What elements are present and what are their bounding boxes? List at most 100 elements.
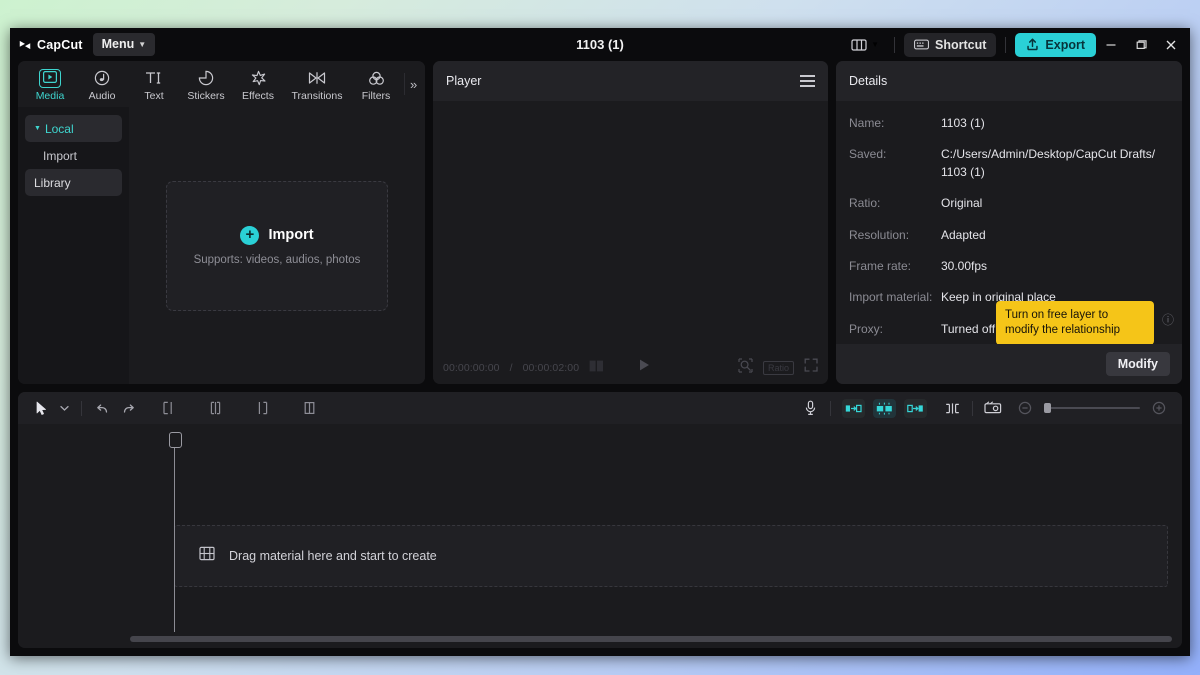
sidebar-item-local[interactable]: ▼ Local (25, 115, 122, 142)
tab-stickers[interactable]: Stickers (180, 66, 232, 102)
media-play-icon (39, 68, 61, 88)
timeline-tracks-area[interactable]: Drag material here and start to create (18, 432, 1182, 648)
play-icon (640, 359, 650, 371)
sidebar-item-import-label: Import (43, 148, 78, 163)
import-label: Import (268, 227, 314, 243)
split-clip-icon[interactable] (939, 396, 965, 420)
minimize-button[interactable] (1096, 31, 1126, 59)
redo-glyph (123, 403, 134, 413)
tab-transitions[interactable]: Transitions (284, 66, 350, 102)
export-upload-icon (1027, 38, 1039, 51)
zoom-slider-knob[interactable] (1044, 403, 1051, 413)
split-right-icon[interactable] (249, 396, 275, 420)
split-left-icon[interactable] (155, 396, 181, 420)
tab-media[interactable]: Media (24, 66, 76, 102)
clip-out-glyph (907, 404, 923, 412)
tab-text-label: Text (144, 90, 164, 102)
export-button[interactable]: Export (1015, 32, 1096, 57)
tab-filters-label: Filters (361, 90, 391, 102)
clip-in-icon[interactable] (842, 398, 865, 418)
media-panel: Media Audio Text Stickers Effects Transi… (18, 61, 425, 384)
sticker-glyph (198, 70, 214, 86)
keyframe-icon[interactable] (873, 398, 896, 418)
player-preview-stage[interactable] (433, 101, 828, 351)
media-body: ▼ Local Import Library + Import Supports… (18, 107, 425, 384)
undo-icon[interactable] (89, 396, 115, 420)
hamburger-icon[interactable] (800, 75, 815, 87)
title-bar: CapCut Menu ▼ 1103 (1) ▼ Shortcut Export (10, 28, 1190, 61)
time-separator: / (509, 361, 513, 374)
crop-icon[interactable] (980, 396, 1006, 420)
tab-filters[interactable]: Filters (350, 66, 402, 102)
undo-glyph (96, 403, 107, 413)
detail-row-name: Name: 1103 (1) (849, 115, 1169, 132)
clip-out-icon[interactable] (904, 398, 927, 418)
cursor-glyph (36, 401, 46, 415)
import-dropzone[interactable]: + Import Supports: videos, audios, photo… (166, 180, 388, 311)
tab-effects-label: Effects (242, 90, 274, 102)
divider (1005, 36, 1007, 53)
playhead[interactable] (169, 432, 182, 632)
more-tabs-label: » (410, 76, 418, 92)
titlebar-left-group: CapCut Menu ▼ (10, 33, 156, 56)
effects-sparkle-glyph (251, 70, 266, 86)
zoom-slider[interactable] (1044, 403, 1140, 413)
zoom-in-icon[interactable] (1146, 396, 1172, 420)
timeline-dropzone[interactable]: Drag material here and start to create (174, 525, 1168, 587)
ratio-button[interactable]: Ratio (762, 360, 794, 375)
details-body: Name: 1103 (1) Saved: C:/Users/Admin/Des… (836, 101, 1182, 344)
play-button[interactable] (637, 358, 651, 377)
layout-switch-button[interactable]: ▼ (845, 34, 885, 56)
frame-step-icon[interactable] (589, 359, 605, 377)
chevron-down-icon: ▼ (138, 39, 147, 49)
zoom-fit-button[interactable] (738, 357, 753, 378)
chevron-down-icon[interactable] (54, 396, 74, 420)
timeline-ruler[interactable] (18, 424, 1182, 444)
cursor-icon[interactable] (28, 396, 54, 420)
timeline-toolbar (18, 392, 1182, 424)
menu-button[interactable]: Menu ▼ (92, 33, 156, 56)
fullscreen-button[interactable] (804, 358, 818, 377)
zoom-out-icon[interactable] (1012, 396, 1038, 420)
app-logo: CapCut (18, 38, 83, 52)
timeline-panel: Drag material here and start to create (18, 392, 1182, 648)
tab-effects[interactable]: Effects (232, 66, 284, 102)
microphone-icon[interactable] (797, 396, 823, 420)
split-icon[interactable] (202, 396, 228, 420)
proxy-tooltip: Turn on free layer to modify the relatio… (996, 301, 1154, 344)
audio-note-glyph (94, 70, 110, 86)
question-circle-icon[interactable]: ⓘ (1162, 311, 1174, 328)
chevron-down-icon: ▼ (871, 40, 880, 49)
detail-value: 30.00fps (941, 258, 988, 273)
tab-text[interactable]: Text (128, 66, 180, 102)
app-name: CapCut (37, 37, 83, 52)
capcut-window: CapCut Menu ▼ 1103 (1) ▼ Shortcut Export… (10, 28, 1190, 656)
text-ti-glyph (146, 72, 161, 84)
detail-label: Proxy: (849, 321, 884, 336)
zoom-in-glyph (1152, 401, 1166, 415)
more-tabs-button[interactable]: » (404, 73, 422, 95)
divider (894, 36, 896, 53)
magnifier-icon (738, 357, 753, 373)
current-time: 00:00:00:00 (443, 361, 500, 374)
timeline-drop-hint: Drag material here and start to create (229, 549, 437, 563)
delete-icon[interactable] (296, 396, 322, 420)
sidebar-item-library[interactable]: Library (25, 169, 122, 196)
sidebar-item-import[interactable]: Import (25, 142, 122, 169)
frame-step-glyph (589, 360, 604, 371)
close-button[interactable] (1156, 31, 1186, 59)
tab-audio[interactable]: Audio (76, 66, 128, 102)
detail-row-resolution: Resolution: Adapted (849, 227, 1169, 244)
player-header: Player (433, 61, 828, 101)
maximize-button[interactable] (1126, 31, 1156, 59)
effects-sparkle-icon (250, 69, 267, 87)
sidebar-item-local-label: Local (44, 121, 74, 136)
modify-button[interactable]: Modify (1105, 352, 1170, 376)
layout-icon (851, 38, 867, 51)
media-sidebar: ▼ Local Import Library (18, 107, 129, 384)
film-strip-glyph (199, 546, 215, 561)
redo-icon[interactable] (115, 396, 141, 420)
shortcut-button[interactable]: Shortcut (904, 32, 997, 57)
player-controls: 00:00:00:00 / 00:00:02:00 Ratio (433, 351, 828, 384)
timeline-horizontal-scrollbar[interactable] (130, 636, 1172, 642)
